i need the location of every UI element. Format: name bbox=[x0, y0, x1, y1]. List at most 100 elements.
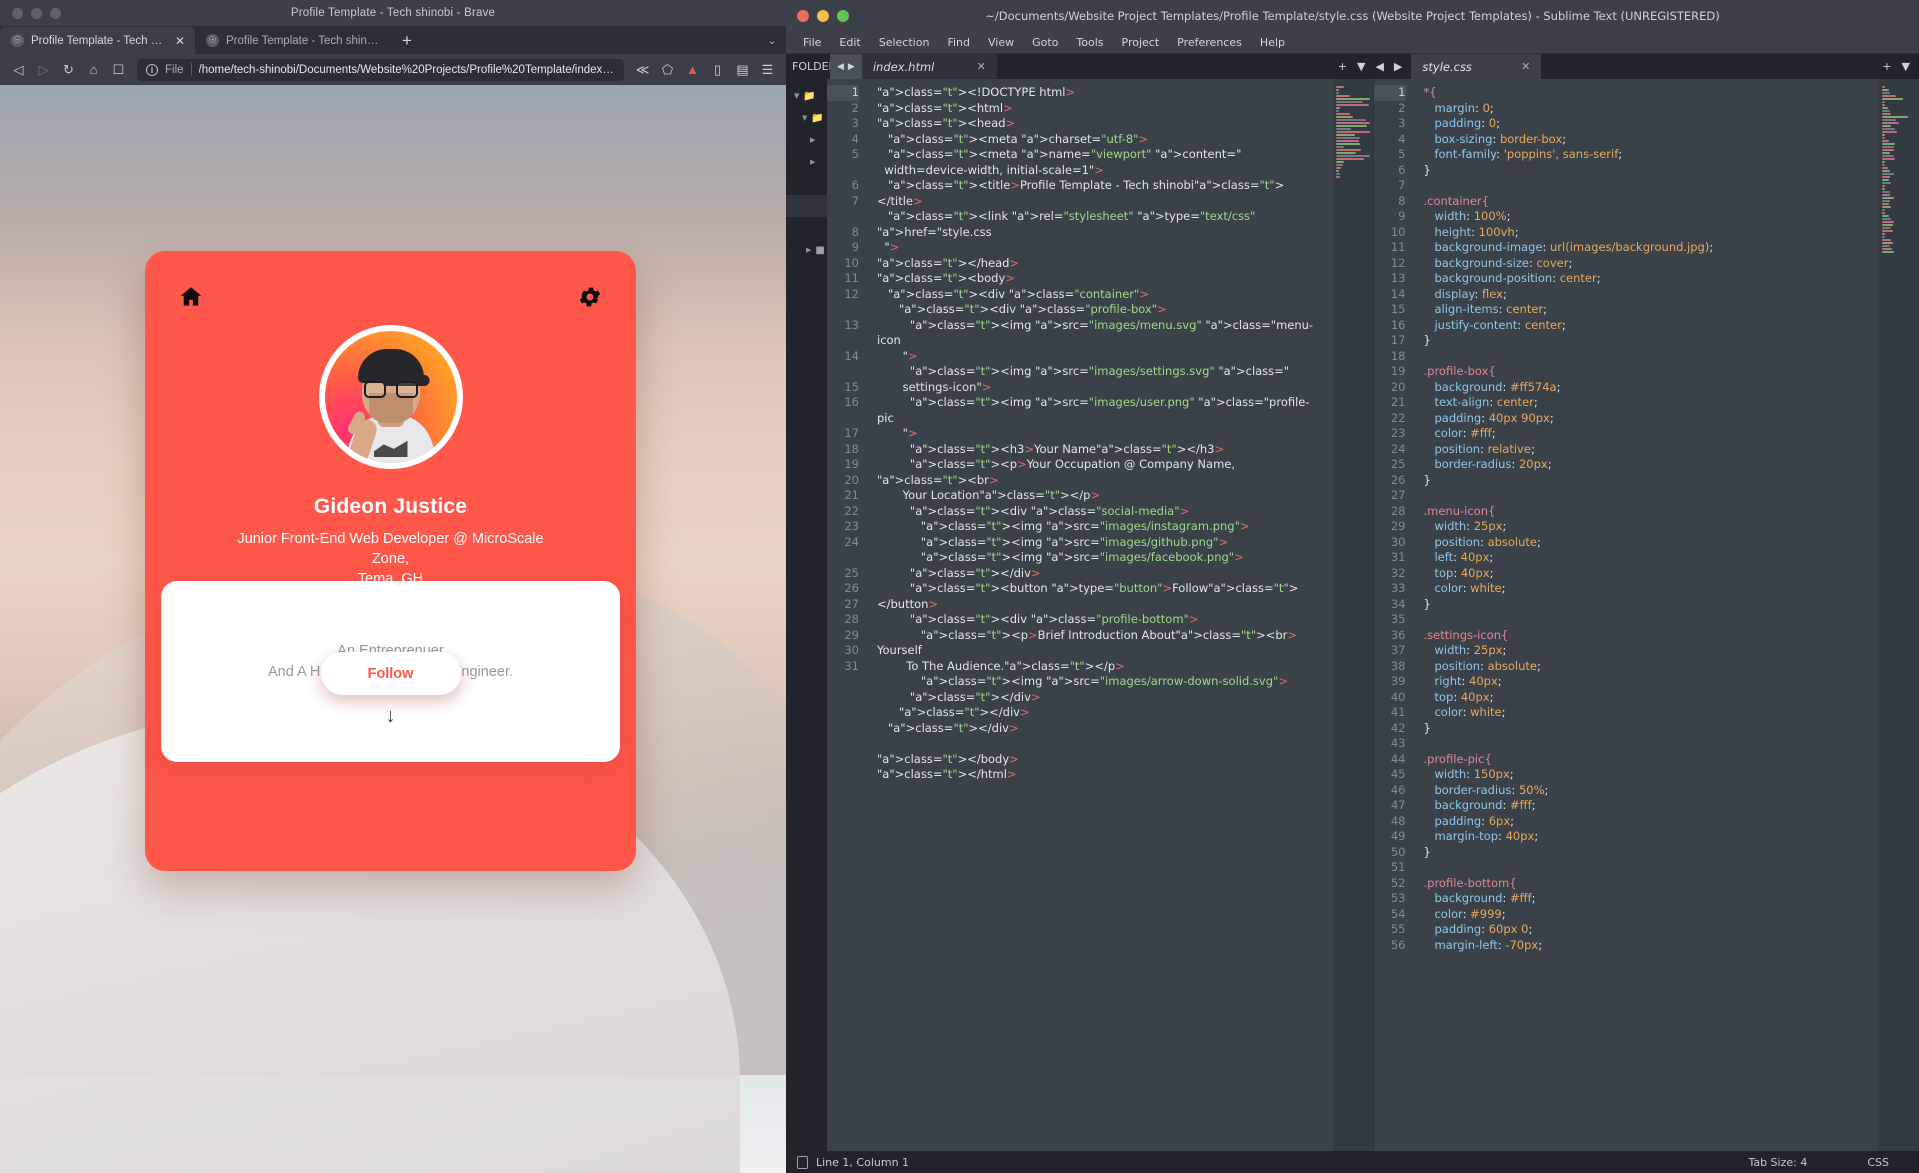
bookmark-icon[interactable]: ☐ bbox=[106, 57, 131, 82]
editor-tab-style-css[interactable]: style.css ✕ bbox=[1411, 54, 1542, 79]
menu-item-tools[interactable]: Tools bbox=[1067, 36, 1112, 49]
tree-row-file[interactable]: ▶ ■ bbox=[786, 239, 827, 261]
brave-browser-window: Profile Template - Tech shinobi - Brave … bbox=[0, 0, 786, 1173]
brave-window-title: Profile Template - Tech shinobi - Brave bbox=[290, 7, 496, 19]
new-tab-button[interactable]: + bbox=[390, 27, 424, 54]
next-tab-icon[interactable]: ▶ bbox=[1394, 60, 1402, 73]
tree-row-root[interactable]: ▼ 📁 bbox=[786, 85, 827, 107]
sublime-titlebar: ~/Documents/Website Project Templates/Pr… bbox=[786, 0, 1919, 32]
address-bar[interactable]: i File /home/tech-shinobi/Documents/Webs… bbox=[137, 58, 624, 81]
menu-item-project[interactable]: Project bbox=[1113, 36, 1169, 49]
brave-lion-icon[interactable]: ▲ bbox=[680, 57, 705, 82]
caret-down-icon[interactable]: ▼ bbox=[802, 114, 807, 122]
caret-down-icon[interactable]: ▼ bbox=[794, 92, 799, 100]
tabrow-tools-right[interactable]: + ▼ bbox=[1873, 54, 1919, 79]
sublime-window-title: ~/Documents/Website Project Templates/Pr… bbox=[985, 9, 1720, 23]
brave-tabstrip: ☉ Profile Template - Tech shinobi ✕ ☉ Pr… bbox=[0, 27, 786, 54]
shield-icon[interactable]: ⬠ bbox=[655, 57, 680, 82]
tab-size-label[interactable]: Tab Size: 4 bbox=[1748, 1156, 1807, 1169]
cursor-position-label: Line 1, Column 1 bbox=[816, 1155, 910, 1169]
menu-item-selection[interactable]: Selection bbox=[870, 36, 939, 49]
prev-tab-icon[interactable]: ◀ bbox=[1375, 60, 1383, 73]
file-icon: ■ bbox=[815, 244, 825, 256]
tabrow-filler-left bbox=[996, 54, 1329, 79]
folders-label: FOLDERS bbox=[786, 54, 830, 79]
add-tab-icon[interactable]: + bbox=[1338, 60, 1347, 73]
caret-down-icon[interactable]: ▼ bbox=[1357, 60, 1365, 73]
follow-button[interactable]: Follow bbox=[320, 652, 461, 695]
caret-right-icon[interactable]: ▶ bbox=[806, 246, 811, 254]
url-text: /home/tech-shinobi/Documents/Website%20P… bbox=[198, 63, 615, 76]
menu-item-view[interactable]: View bbox=[979, 36, 1023, 49]
editor-tab-index-html[interactable]: index.html ✕ bbox=[861, 54, 997, 79]
info-icon: i bbox=[146, 63, 158, 76]
sidebar-toggle-icon[interactable] bbox=[797, 1155, 808, 1169]
tree-row-subfolder-1[interactable]: ▶ bbox=[786, 129, 827, 151]
chevron-down-icon[interactable]: ⌄ bbox=[758, 27, 786, 54]
caret-right-icon[interactable]: ▶ bbox=[810, 158, 815, 166]
prev-tab-icon[interactable]: ◀ bbox=[837, 62, 844, 72]
globe-icon: ☉ bbox=[11, 34, 24, 47]
add-tab-icon[interactable]: + bbox=[1882, 60, 1891, 73]
editor-tab-style-css-label: style.css bbox=[1422, 59, 1472, 74]
syntax-label[interactable]: CSS bbox=[1867, 1156, 1889, 1169]
tabrow-filler-right bbox=[1541, 54, 1874, 79]
editor-pane-css[interactable]: 1 2 3 4 5 6 7 8 9 10 11 12 13 14 15 16 17 18 19 20 21 22 23 24 2… bbox=[1372, 79, 1919, 1151]
browser-tab-2[interactable]: ☉ Profile Template - Tech shinobi bbox=[195, 27, 390, 54]
css-code-area[interactable]: *{ margin: 0; padding: 0; box-sizing: bo… bbox=[1414, 79, 1880, 1151]
close-tab-icon[interactable]: ✕ bbox=[977, 60, 986, 73]
tree-row-selected[interactable] bbox=[786, 195, 827, 217]
next-tab-icon[interactable]: ▶ bbox=[848, 62, 855, 72]
menu-item-find[interactable]: Find bbox=[938, 36, 979, 49]
menu-item-edit[interactable]: Edit bbox=[830, 36, 869, 49]
tree-row-subfolder-2[interactable]: ▶ bbox=[786, 151, 827, 173]
browser-tab-1-label: Profile Template - Tech shinobi bbox=[31, 34, 168, 47]
folders-sidebar[interactable]: ▼ 📁 ▼ 📁 ▶ ▶ ▶ ■ bbox=[786, 79, 827, 1151]
html-code-area[interactable]: "a">class="t"><!DOCTYPE html> "a">class="… bbox=[867, 79, 1333, 1151]
browser-tab-1[interactable]: ☉ Profile Template - Tech shinobi ✕ bbox=[0, 27, 195, 54]
home-button[interactable]: ⌂ bbox=[81, 57, 106, 82]
forward-button[interactable]: ▷ bbox=[31, 57, 56, 82]
tabstrip-spacer bbox=[424, 27, 758, 54]
tree-row-spacer-1 bbox=[786, 173, 827, 195]
menu-item-file[interactable]: File bbox=[794, 36, 830, 49]
html-gutter: 12345 67 8 9 10 11 12 13 14 15 16 17 18 19 20 21 2… bbox=[827, 79, 867, 1151]
gear-icon[interactable] bbox=[576, 283, 604, 311]
globe-icon: ☉ bbox=[206, 34, 219, 47]
close-tab-icon[interactable]: ✕ bbox=[1521, 60, 1530, 73]
tree-row-spacer-2 bbox=[786, 217, 827, 239]
tabrow-tools[interactable]: + ▼ ◀ ▶ bbox=[1328, 54, 1412, 79]
css-minimap[interactable] bbox=[1879, 79, 1919, 1151]
editor-pane-html[interactable]: 12345 67 8 9 10 11 12 13 14 15 16 17 18 19 20 21 2… bbox=[827, 79, 1373, 1151]
menu-item-help[interactable]: Help bbox=[1251, 36, 1294, 49]
sidebar-toggle-icon[interactable]: ▯ bbox=[705, 57, 730, 82]
brave-titlebar: Profile Template - Tech shinobi - Brave bbox=[0, 0, 786, 27]
sublime-text-window: ~/Documents/Website Project Templates/Pr… bbox=[786, 0, 1919, 1173]
html-pane-nav-arrows[interactable]: ◀ ▶ bbox=[830, 54, 862, 79]
profile-name: Gideon Justice bbox=[313, 495, 468, 518]
profile-occupation-line1: Junior Front-End Web Developer @ MicroSc… bbox=[237, 531, 544, 567]
home-icon[interactable] bbox=[177, 283, 205, 311]
caret-right-icon[interactable]: ▶ bbox=[810, 136, 815, 144]
page-viewport: Gideon Justice Junior Front-End Web Deve… bbox=[0, 85, 786, 1173]
arrow-down-icon[interactable]: ↓ bbox=[161, 705, 620, 728]
tree-row-folder[interactable]: ▼ 📁 bbox=[786, 107, 827, 129]
html-minimap[interactable] bbox=[1332, 79, 1373, 1151]
menu-item-goto[interactable]: Goto bbox=[1023, 36, 1067, 49]
caret-down-icon[interactable]: ▼ bbox=[1902, 60, 1910, 73]
css-gutter: 1 2 3 4 5 6 7 8 9 10 11 12 13 14 15 16 17 18 19 20 21 22 23 24 2… bbox=[1373, 79, 1414, 1151]
omnibox-divider bbox=[190, 63, 192, 76]
sublime-body: ▼ 📁 ▼ 📁 ▶ ▶ ▶ ■ 12345 67 8 9 10 11 12 13 14 15 1… bbox=[786, 79, 1919, 1151]
profile-card: Gideon Justice Junior Front-End Web Deve… bbox=[145, 251, 636, 871]
share-icon[interactable]: ≪ bbox=[630, 57, 655, 82]
sublime-tab-row: FOLDERS ◀ ▶ index.html ✕ + ▼ ◀ ▶ style.c… bbox=[786, 54, 1919, 79]
avatar bbox=[318, 325, 463, 469]
sublime-menubar: File Edit Selection Find View Goto Tools… bbox=[786, 32, 1919, 54]
browser-menu-icon[interactable]: ☰ bbox=[755, 57, 780, 82]
reload-button[interactable]: ↻ bbox=[56, 57, 81, 82]
back-button[interactable]: ◁ bbox=[6, 57, 31, 82]
sublime-status-bar: Line 1, Column 1 Tab Size: 4 CSS bbox=[786, 1151, 1919, 1173]
wallet-icon[interactable]: ▤ bbox=[730, 57, 755, 82]
close-tab-1-button[interactable]: ✕ bbox=[175, 34, 185, 48]
menu-item-preferences[interactable]: Preferences bbox=[1168, 36, 1251, 49]
